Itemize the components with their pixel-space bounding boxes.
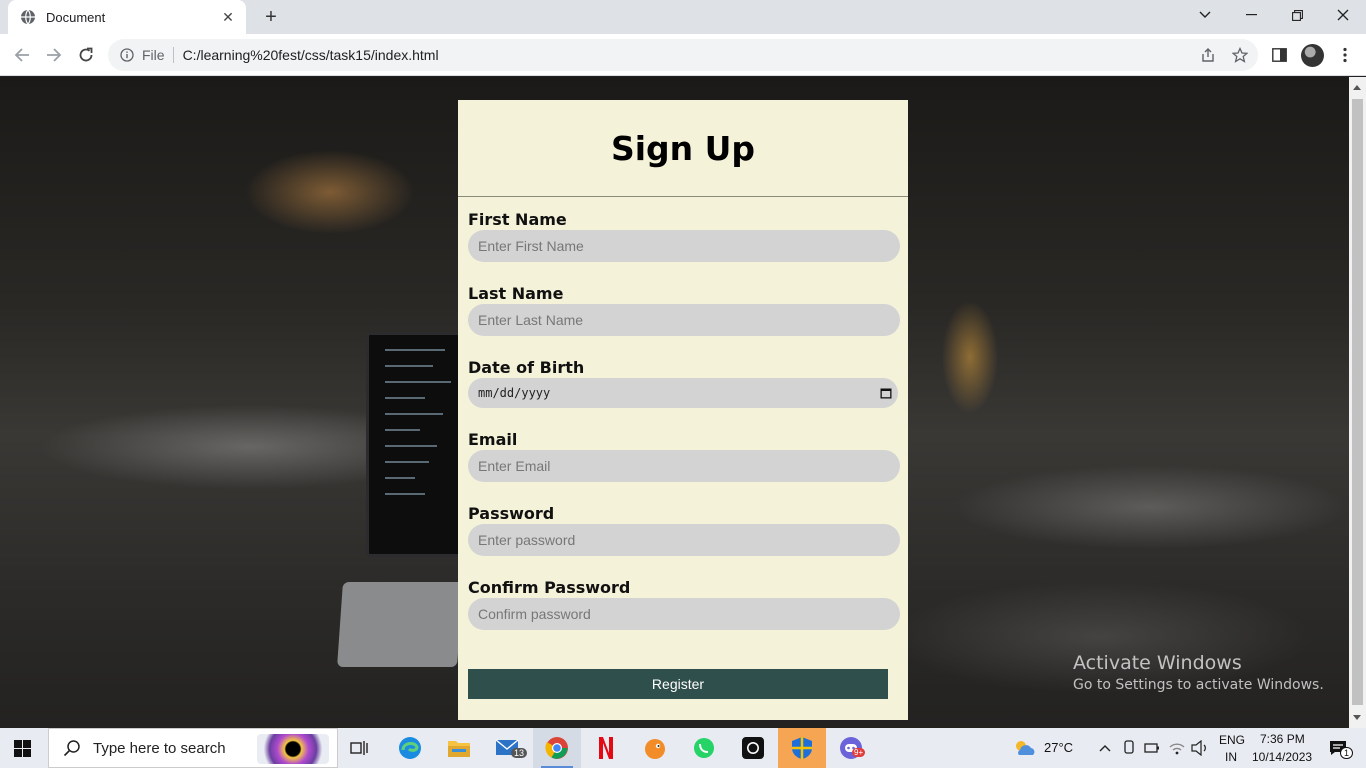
url-text[interactable]: C:/learning%20fest/css/task15/index.html	[183, 47, 439, 63]
back-icon[interactable]	[11, 44, 33, 66]
share-icon[interactable]	[1197, 44, 1219, 66]
kebab-menu-icon[interactable]	[1334, 44, 1356, 66]
restore-icon[interactable]	[1274, 0, 1320, 30]
github-icon[interactable]	[729, 728, 777, 768]
confirm-password-label: Confirm Password	[468, 578, 631, 597]
security-shield-icon[interactable]	[778, 728, 826, 768]
wifi-icon[interactable]	[1166, 728, 1188, 768]
dob-placeholder: mm/dd/yyyy	[478, 386, 551, 400]
address-bar[interactable]: File C:/learning%20fest/css/task15/index…	[108, 39, 1258, 71]
netflix-icon[interactable]	[582, 728, 630, 768]
discord-icon[interactable]: 9+	[827, 728, 875, 768]
password-group: Password	[468, 504, 900, 556]
register-button[interactable]: Register	[468, 669, 888, 699]
info-icon[interactable]	[120, 48, 134, 62]
signup-card: Sign Up First Name Last Name Date of Bir…	[458, 100, 908, 720]
clock-date[interactable]: 10/14/2023	[1252, 750, 1312, 764]
search-placeholder: Type here to search	[93, 739, 226, 757]
file-scheme-label: File	[142, 47, 174, 63]
notification-count: 1	[1340, 747, 1354, 759]
notification-center-icon[interactable]: 1	[1318, 728, 1358, 768]
language-code[interactable]: ENG	[1219, 733, 1245, 747]
first-name-group: First Name	[468, 210, 900, 262]
edge-icon[interactable]	[386, 728, 434, 768]
last-name-input[interactable]	[468, 304, 900, 336]
meet-now-icon[interactable]	[1118, 728, 1140, 768]
confirm-password-input[interactable]	[468, 598, 900, 630]
game-app-icon[interactable]	[631, 728, 679, 768]
calendar-icon[interactable]	[880, 387, 892, 399]
browser-toolbar: File C:/learning%20fest/css/task15/index…	[0, 34, 1366, 76]
volume-icon[interactable]	[1189, 728, 1211, 768]
minimize-icon[interactable]	[1228, 0, 1274, 30]
last-name-label: Last Name	[468, 284, 564, 303]
side-panel-icon[interactable]	[1268, 44, 1290, 66]
background-laptop-screen	[366, 332, 466, 557]
browser-tab[interactable]: Document ✕	[8, 0, 246, 34]
globe-icon	[21, 9, 35, 25]
whatsapp-icon[interactable]	[680, 728, 728, 768]
taskbar-search-box[interactable]: Type here to search	[48, 728, 338, 768]
new-tab-button[interactable]: +	[260, 6, 282, 28]
battery-icon[interactable]	[1141, 728, 1163, 768]
chrome-icon[interactable]	[533, 728, 581, 768]
last-name-group: Last Name	[468, 284, 900, 336]
bookmark-star-icon[interactable]	[1229, 44, 1251, 66]
page-title: Sign Up	[458, 100, 908, 197]
windows-taskbar: Type here to search 13 9+ 27°C ENG IN 7:…	[0, 728, 1366, 768]
password-input[interactable]	[468, 524, 900, 556]
mail-badge: 13	[511, 748, 528, 758]
email-group: Email	[468, 430, 900, 482]
tab-title: Document	[46, 9, 106, 25]
tray-chevron-up-icon[interactable]	[1094, 728, 1116, 768]
page-scrollbar[interactable]	[1349, 77, 1366, 728]
tab-close-icon[interactable]: ✕	[220, 9, 236, 25]
activate-windows-watermark: Activate Windows Go to Settings to activ…	[1073, 652, 1324, 693]
clock-time[interactable]: 7:36 PM	[1260, 732, 1305, 746]
close-window-icon[interactable]	[1320, 0, 1366, 30]
scroll-down-icon[interactable]	[1353, 715, 1361, 720]
profile-avatar[interactable]	[1301, 44, 1324, 67]
reload-icon[interactable]	[75, 44, 97, 66]
forward-icon[interactable]	[43, 44, 65, 66]
file-explorer-icon[interactable]	[435, 728, 483, 768]
first-name-input[interactable]	[468, 230, 900, 262]
dob-group: Date of Birth mm/dd/yyyy	[468, 358, 900, 408]
dob-input[interactable]: mm/dd/yyyy	[468, 378, 898, 408]
email-input[interactable]	[468, 450, 900, 482]
scroll-thumb[interactable]	[1352, 99, 1363, 705]
dob-label: Date of Birth	[468, 358, 585, 377]
search-highlight-image	[257, 734, 329, 764]
search-icon	[63, 740, 80, 757]
windows-start-icon[interactable]	[14, 740, 31, 757]
first-name-label: First Name	[468, 210, 567, 229]
tab-search-chevron-icon[interactable]	[1182, 0, 1228, 30]
activate-title: Activate Windows	[1073, 652, 1242, 674]
activate-subtitle: Go to Settings to activate Windows.	[1073, 677, 1324, 693]
email-label: Email	[468, 430, 518, 449]
password-label: Password	[468, 504, 555, 523]
weather-icon[interactable]	[1004, 728, 1044, 768]
discord-badge: 9+	[852, 748, 866, 757]
scroll-up-icon[interactable]	[1353, 85, 1361, 90]
mail-icon[interactable]: 13	[484, 728, 532, 768]
task-view-icon[interactable]	[336, 728, 384, 768]
region-code[interactable]: IN	[1225, 750, 1237, 764]
confirm-password-group: Confirm Password	[468, 578, 900, 630]
background-laptop-keyboard	[337, 582, 463, 667]
page-viewport: Sign Up First Name Last Name Date of Bir…	[0, 77, 1349, 728]
weather-temp[interactable]: 27°C	[1044, 740, 1073, 755]
tab-strip: Document ✕ +	[0, 0, 1366, 34]
